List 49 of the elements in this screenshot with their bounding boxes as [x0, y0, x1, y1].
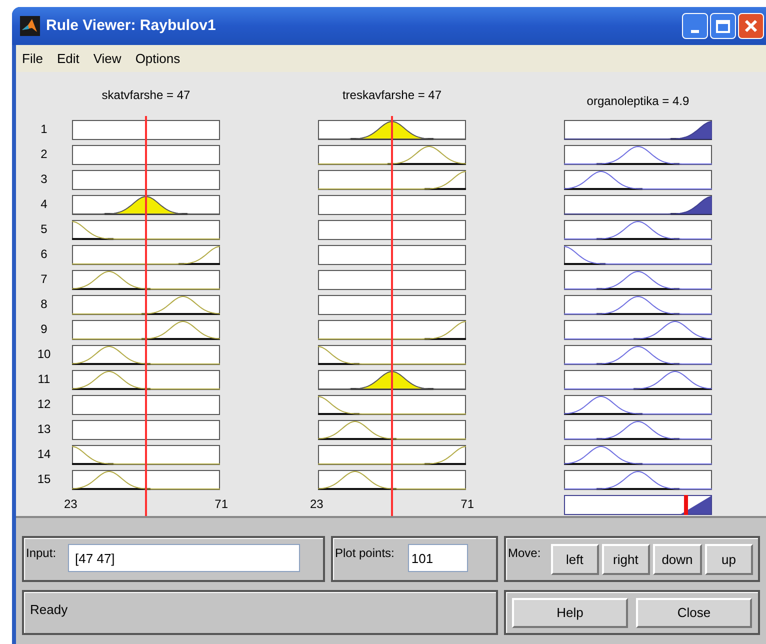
rule-number: 10 — [37, 346, 51, 363]
close-dialog-button[interactable]: Close — [636, 598, 752, 628]
rule-number: 15 — [37, 471, 51, 488]
rule-number: 11 — [38, 371, 50, 388]
axis-tick-label: 23 — [310, 496, 324, 513]
plot-points-label: Plot points: — [335, 545, 394, 562]
move-button[interactable]: left — [550, 544, 599, 575]
rule-number: 12 — [37, 396, 51, 413]
menu-item[interactable]: Options — [135, 48, 180, 68]
axis-tick-label: 23 — [64, 496, 78, 513]
plot-points-field[interactable]: 101 — [408, 544, 468, 572]
input-value-line[interactable] — [391, 116, 393, 516]
rule-number: 6 — [40, 246, 48, 263]
axis-tick-label: 71 — [214, 496, 228, 513]
rule-number: 2 — [40, 146, 48, 163]
rule-number: 3 — [40, 171, 48, 188]
move-button[interactable]: up — [704, 544, 753, 575]
move-button[interactable]: down — [652, 544, 702, 575]
axis-tick-label: 71 — [460, 496, 474, 513]
menu-item[interactable]: File — [22, 48, 43, 68]
move-label: Move: — [508, 545, 541, 562]
rule-number: 8 — [40, 296, 48, 313]
rule-number: 13 — [37, 421, 51, 438]
close-button[interactable] — [738, 13, 764, 39]
rule-number: 1 — [40, 121, 48, 138]
rule-number: 14 — [37, 446, 51, 463]
rule-number: 7 — [40, 271, 48, 288]
move-button[interactable]: right — [602, 544, 650, 575]
rule-number: 5 — [40, 221, 48, 238]
minimize-button[interactable] — [682, 13, 708, 39]
input-variable-label: treskavfarshe = 47 — [342, 87, 442, 104]
rule-number: 4 — [40, 196, 48, 213]
help-button[interactable]: Help — [512, 598, 628, 628]
rule-number: 9 — [40, 321, 48, 338]
menu-item[interactable]: View — [93, 48, 122, 68]
input-variable-label: skatvfarshe = 47 — [102, 87, 190, 104]
maximize-button[interactable] — [710, 13, 736, 39]
minimize-icon — [691, 30, 699, 33]
input-field[interactable]: [47 47] — [68, 544, 300, 572]
window-title: Rule Viewer: Raybulov1 — [46, 16, 217, 36]
input-label: Input: — [26, 545, 56, 562]
maximize-icon — [716, 20, 730, 32]
close-icon — [744, 19, 758, 33]
output-variable-label: organoleptika = 4.9 — [586, 93, 690, 110]
input-value-line[interactable] — [145, 116, 147, 516]
output-area-icon — [681, 496, 711, 514]
app-logo-icon — [20, 16, 40, 36]
menu-item[interactable]: Edit — [56, 48, 80, 68]
status-text: Ready — [30, 602, 68, 617]
